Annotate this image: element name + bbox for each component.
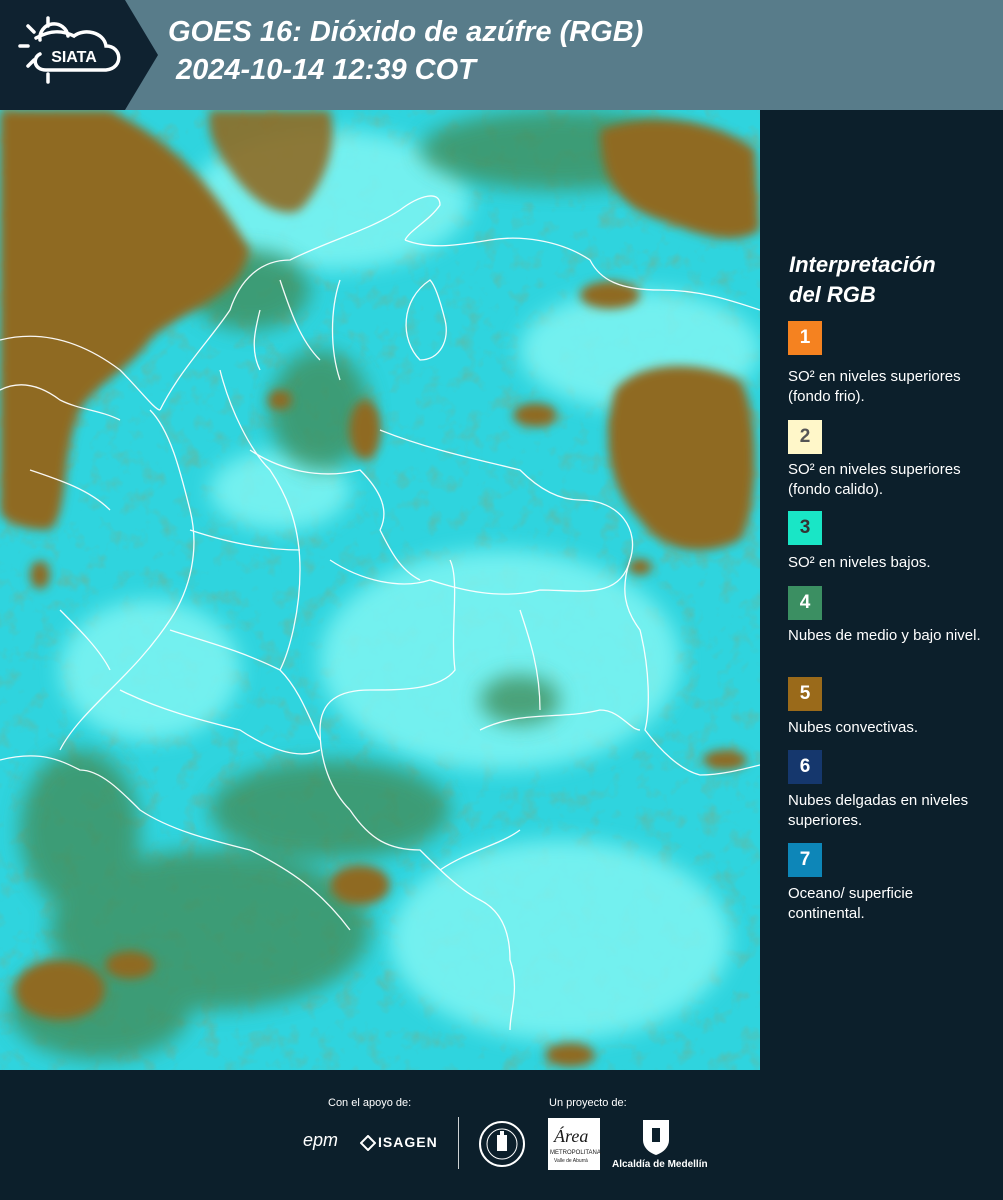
legend-panel: Interpretación del RGB 1 SO² en niveles … [760,110,1003,1070]
legend-swatch-3: 3 [788,511,822,545]
area-logo-text: Área [554,1126,589,1146]
isagen-logo: ISAGEN [360,1132,440,1154]
legend-number: 5 [799,683,811,704]
legend-number: 1 [799,327,811,348]
legend-description-3: SO² en niveles bajos. [788,554,931,571]
legend-title: Interpretación del RGB [789,250,989,310]
satellite-map [0,110,760,1070]
footer-divider [458,1117,459,1169]
project-label: Un proyecto de: [549,1097,627,1109]
legend-description-4: Nubes de medio y bajo nivel. [788,627,981,644]
legend-description-7: Oceano/ superficie continental. [788,885,914,922]
page-title-line2: 2024-10-14 12:39 COT [176,54,476,86]
footer: Con el apoyo de: Un proyecto de: epm ISA… [0,1070,1003,1200]
legend-description-1: SO² en niveles superiores (fondo frio). [788,368,961,405]
legend-number: 4 [799,592,811,613]
legend-title-line1: Interpretación [789,252,936,277]
isagen-text: ISAGEN [378,1134,438,1150]
legend-swatch-4: 4 [788,586,822,620]
support-label: Con el apoyo de: [328,1097,412,1109]
legend-number: 6 [799,756,811,777]
legend-swatch-2: 2 [788,420,822,454]
legend-number: 7 [799,849,811,870]
medellin-seal-icon [478,1120,526,1168]
legend-number: 2 [799,426,811,447]
legend-swatch-1: 1 [788,321,822,355]
siata-logo: SIATA [0,0,160,110]
area-logo-subtitle2: Valle de Aburrá [554,1158,588,1164]
area-metropolitana-logo: Área METROPOLITANA Valle de Aburrá [548,1118,601,1170]
legend-swatch-5: 5 [788,677,822,711]
page-title-line1: GOES 16: Dióxido de azúfre (RGB) [168,16,644,48]
legend-description-5: Nubes convectivas. [788,719,919,736]
epm-logo: epm [303,1130,339,1150]
legend-swatch-6: 6 [788,750,822,784]
legend-swatch-7: 7 [788,843,822,877]
header-bar: SIATA GOES 16: Dióxido de azúfre (RGB) 2… [0,0,1003,110]
isagen-mark-icon [360,1135,376,1151]
legend-description-6: Nubes delgadas en niveles superiores. [788,792,969,829]
legend-description-2: SO² en niveles superiores (fondo calido)… [788,461,961,498]
siata-logo-text: SIATA [51,49,97,66]
legend-number: 3 [799,517,811,538]
alcaldia-shield-icon [640,1118,672,1156]
area-logo-subtitle: METROPOLITANA [550,1150,601,1156]
legend-title-line2: del RGB [789,282,876,307]
alcaldia-text: Alcaldía de Medellín [612,1159,708,1170]
